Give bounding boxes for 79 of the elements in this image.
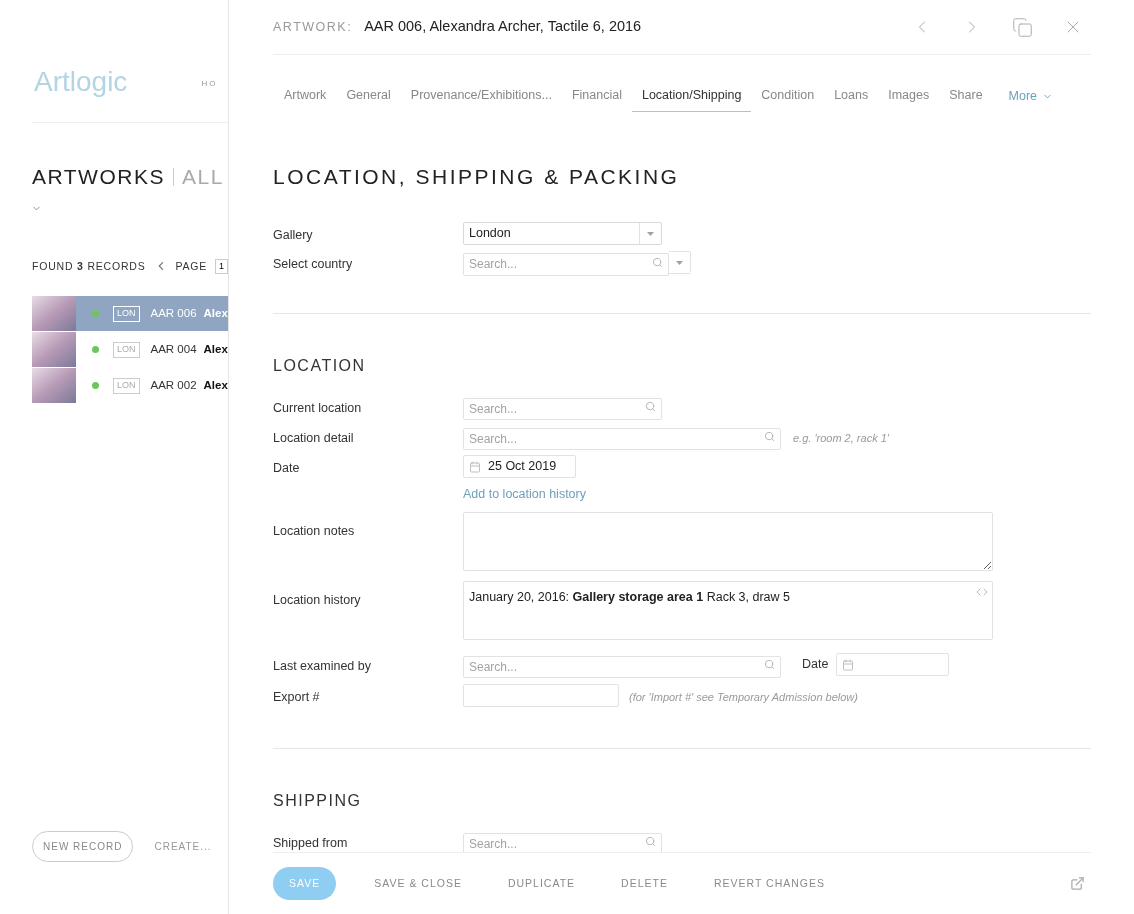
page-subheading: ALL xyxy=(181,164,224,190)
search-icon xyxy=(652,257,663,268)
record-row[interactable]: LON AAR 004 Alex xyxy=(32,332,228,368)
field-label: Location notes xyxy=(273,523,355,538)
field-hint: e.g. 'room 2, rack 1' xyxy=(793,431,889,444)
record-code: AAR 002 xyxy=(150,378,197,394)
tab[interactable]: Provenance/Exhibitions... xyxy=(400,86,562,112)
tab[interactable]: Share xyxy=(939,86,993,112)
field-label: Select country xyxy=(273,256,353,271)
calendar-icon xyxy=(842,658,855,671)
footer-action-button[interactable]: DUPLICATE xyxy=(499,875,584,892)
field-label: Export # xyxy=(273,689,320,704)
search-field[interactable]: Search... xyxy=(463,832,662,852)
section-heading: SHIPPING xyxy=(273,790,363,811)
artwork-thumbnail xyxy=(32,296,76,332)
artwork-thumbnail xyxy=(32,368,76,404)
search-icon xyxy=(645,835,656,847)
tab[interactable]: Images xyxy=(878,86,940,112)
tab[interactable]: Location/Shipping xyxy=(631,86,752,112)
tab[interactable]: Artwork xyxy=(274,86,337,112)
field-label: Current location xyxy=(273,400,362,415)
footer-action-button[interactable]: SAVE & CLOSE xyxy=(366,875,470,892)
history-entry: January 20, 2016: Gallery storage area 1 Rack 3, draw 5 xyxy=(469,589,791,604)
text-field[interactable] xyxy=(463,684,619,707)
copy-icon[interactable] xyxy=(1012,16,1033,38)
field-label: Location history xyxy=(273,592,361,607)
history-editor[interactable]: January 20, 2016: Gallery storage area 1 Rack 3, draw 5 xyxy=(463,580,993,640)
tab[interactable]: Loans xyxy=(824,86,879,112)
record-title: AAR 006, Alexandra Archer, Tactile 6, 2016 xyxy=(364,17,642,37)
search-field[interactable]: Search... xyxy=(463,397,662,420)
field-label: Last examined by xyxy=(273,658,371,673)
location-tag: LON xyxy=(113,306,140,322)
page-number-field[interactable]: 1 xyxy=(215,258,228,275)
add-history-link[interactable]: Add to location history xyxy=(463,485,586,504)
footer-action-button[interactable]: DELETE xyxy=(613,875,676,892)
select-field[interactable]: London xyxy=(463,222,662,245)
section-heading: LOCATION xyxy=(273,355,367,376)
search-field[interactable]: Search... xyxy=(463,252,669,276)
field-label: Date xyxy=(802,656,829,674)
search-icon xyxy=(764,430,775,442)
external-link-icon[interactable] xyxy=(1070,876,1085,891)
tab[interactable]: Financial xyxy=(561,86,632,112)
artist-name: Alex xyxy=(203,342,228,358)
field-hint: (for 'Import #' see Temporary Admission below) xyxy=(629,690,858,703)
create-button[interactable]: CREATE... xyxy=(154,839,212,854)
nav-link[interactable]: HO xyxy=(201,78,218,90)
tab[interactable]: Condition xyxy=(751,86,825,112)
calendar-icon xyxy=(469,460,481,473)
record-code: AAR 004 xyxy=(150,342,197,358)
footer-action-button[interactable]: REVERT CHANGES xyxy=(705,875,833,892)
search-icon xyxy=(645,400,656,412)
dropdown-toggle[interactable] xyxy=(669,251,691,274)
search-icon xyxy=(764,658,775,670)
artist-name: Alex xyxy=(203,378,228,394)
record-row[interactable]: LON AAR 006 Alex xyxy=(32,296,228,332)
record-row[interactable]: LON AAR 002 Alex xyxy=(32,368,228,404)
more-menu[interactable]: More xyxy=(1008,87,1054,112)
location-tag: LON xyxy=(113,378,140,394)
field-label: Gallery xyxy=(273,227,313,242)
caret-icon xyxy=(647,231,654,236)
section-title: LOCATION, SHIPPING & PACKING xyxy=(273,164,681,190)
page-heading: ARTWORKS xyxy=(32,164,165,190)
artwork-thumbnail xyxy=(32,332,76,368)
artist-name: Alex xyxy=(203,306,228,322)
date-field[interactable]: 25 Oct 2019 xyxy=(463,455,576,478)
field-label: Shipped from xyxy=(273,835,348,850)
records-count: FOUND 3 RECORDS xyxy=(32,258,146,274)
record-code: AAR 006 xyxy=(150,306,197,322)
location-tag: LON xyxy=(113,342,140,358)
search-field[interactable]: Search... xyxy=(463,427,781,450)
tab[interactable]: General xyxy=(336,86,401,112)
caret-icon xyxy=(676,260,683,265)
search-field[interactable]: Search... xyxy=(463,655,781,678)
notes-textarea[interactable] xyxy=(463,511,993,571)
field-label: Date xyxy=(273,460,300,475)
title-label: ARTWORK: xyxy=(273,18,353,36)
date-field[interactable] xyxy=(836,653,950,676)
field-label: Location detail xyxy=(273,430,354,445)
page-label: PAGE xyxy=(175,258,207,274)
